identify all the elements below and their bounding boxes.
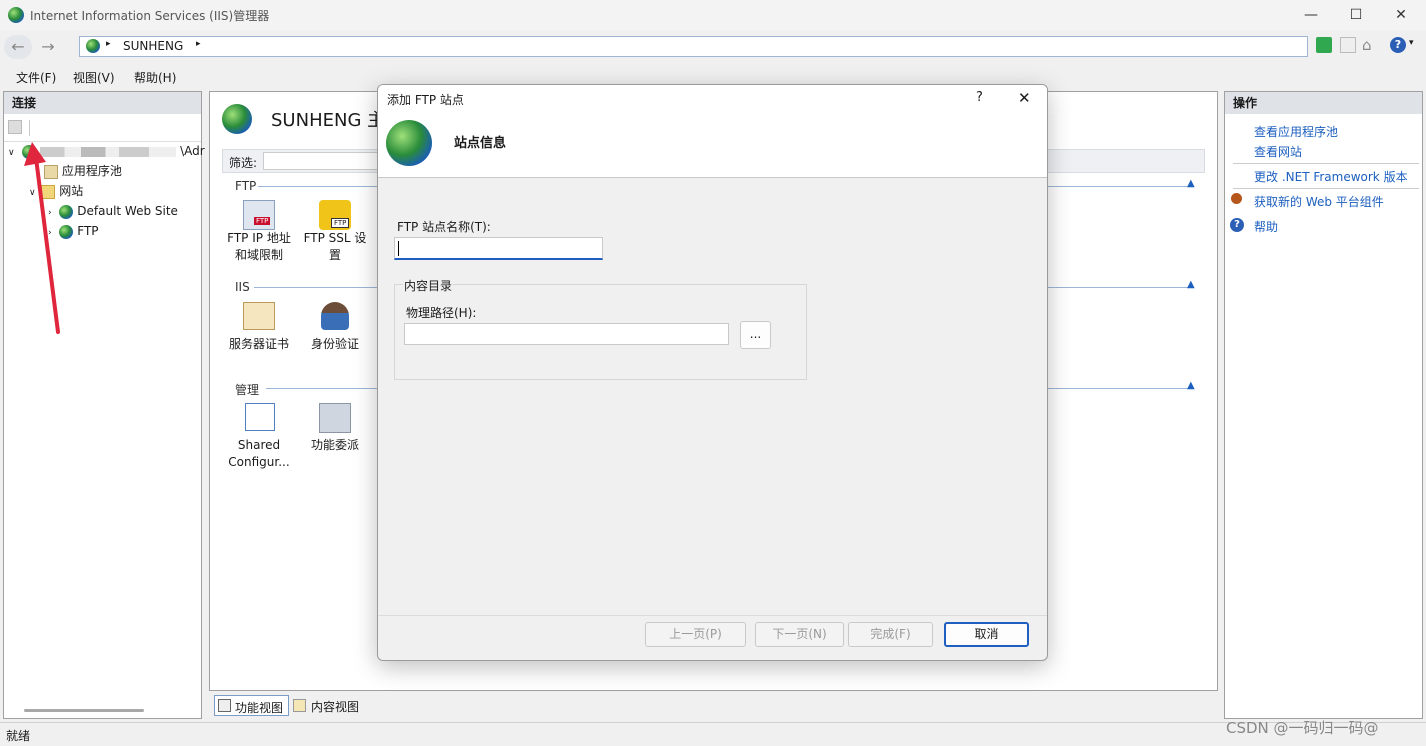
chevron-down-icon[interactable]: ∨ (8, 148, 15, 158)
link-view-app-pools[interactable]: 查看应用程序池 (1254, 123, 1338, 140)
dialog-header: 站点信息 (378, 113, 1047, 178)
tab-label: 功能视图 (235, 701, 284, 715)
stop-icon[interactable] (1340, 37, 1356, 53)
section-ftp: FTP (235, 179, 257, 193)
dialog-title-bar: 添加 FTP 站点 ? ✕ (378, 85, 1047, 113)
feature-label: FTP SSL 设置 (303, 231, 367, 262)
add-ftp-site-dialog: 添加 FTP 站点 ? ✕ 站点信息 FTP 站点名称(T): 内容目录 物理路… (377, 84, 1048, 661)
feature-ftp-ip[interactable]: FTP FTP IP 地址和域限制 (223, 200, 295, 264)
status-bar: 就绪 CSDN @一码归一码@ (0, 719, 1426, 746)
physical-path-label: 物理路径(H): (406, 306, 477, 320)
breadcrumb-server[interactable]: SUNHENG (123, 39, 183, 53)
server-label: \Adr (180, 144, 205, 158)
link-help[interactable]: 帮助 (1254, 218, 1278, 235)
content-directory-label: 内容目录 (403, 277, 454, 294)
tab-label: 内容视图 (311, 700, 360, 714)
user-lock-icon (321, 302, 349, 330)
link-change-net-version[interactable]: 更改 .NET Framework 版本 (1254, 168, 1408, 185)
back-arrow-icon[interactable]: ← (4, 35, 32, 59)
tree-item-label: FTP (77, 224, 99, 238)
toolbar-divider (29, 120, 30, 136)
globe-icon (386, 120, 432, 166)
address-bar[interactable]: ▸ SUNHENG ▸ (79, 36, 1308, 57)
feature-server-certificates[interactable]: 服务器证书 (223, 302, 295, 353)
tree-item-label: 应用程序池 (61, 164, 122, 178)
close-window-button[interactable]: ✕ (1378, 0, 1424, 31)
feature-label: 功能委派 (310, 438, 359, 452)
text-cursor (398, 241, 399, 256)
site-name-label: FTP 站点名称(T): (397, 220, 491, 234)
dialog-title: 添加 FTP 站点 (387, 93, 464, 107)
site-name-input[interactable] (394, 237, 603, 260)
dialog-heading: 站点信息 (454, 136, 507, 151)
section-iis: IIS (235, 280, 250, 294)
certificate-icon (243, 302, 275, 330)
minimize-button[interactable]: — (1288, 0, 1334, 31)
watermark: CSDN @一码归一码@ (1226, 719, 1379, 737)
feature-ftp-ssl[interactable]: FTP FTP SSL 设置 (299, 200, 371, 264)
page-title: SUNHENG 主 (271, 110, 386, 131)
collapse-icon[interactable]: ▲ (1187, 178, 1195, 189)
ftp-ip-icon: FTP (243, 200, 275, 230)
link-view-sites[interactable]: 查看网站 (1254, 143, 1302, 160)
prev-button[interactable]: 上一页(P) (645, 622, 746, 647)
feature-delegation[interactable]: 功能委派 (299, 403, 371, 454)
server-icon (86, 39, 100, 53)
horizontal-scrollbar[interactable] (24, 709, 144, 712)
menu-help[interactable]: 帮助(H) (134, 69, 176, 86)
divider (1233, 188, 1419, 189)
tab-feature-view[interactable]: 功能视图 (214, 695, 289, 716)
divider (1233, 163, 1419, 164)
forward-arrow-icon[interactable]: → (34, 35, 62, 59)
menu-view[interactable]: 视图(V) (73, 69, 115, 86)
filter-label: 筛选: (229, 156, 258, 170)
link-get-web-platform[interactable]: 获取新的 Web 平台组件 (1254, 193, 1384, 210)
server-large-icon (222, 104, 252, 134)
delegation-icon (319, 403, 351, 433)
dialog-close-button[interactable]: ✕ (1018, 89, 1031, 107)
feature-label: 身份验证 (310, 337, 359, 351)
feature-label: FTP IP 地址和域限制 (227, 231, 291, 262)
help-dropdown-icon[interactable]: ▾ (1409, 38, 1414, 48)
help-icon[interactable]: ? (1390, 37, 1406, 53)
feature-shared-config[interactable]: Shared Configur... (223, 403, 295, 471)
breadcrumb-separator-icon: ▸ (106, 39, 111, 49)
feature-view-icon (218, 699, 231, 712)
footer-divider (378, 615, 1047, 616)
browse-button[interactable]: ... (740, 321, 771, 349)
section-management: 管理 (235, 383, 260, 397)
dialog-help-button[interactable]: ? (976, 90, 983, 105)
actions-panel: 操作 查看应用程序池 查看网站 更改 .NET Framework 版本 获取新… (1224, 91, 1423, 719)
feature-label: Shared Configur... (228, 438, 290, 469)
shared-config-icon (245, 403, 275, 431)
window-title: Internet Information Services (IIS)管理器 (30, 9, 270, 23)
help-icon: ? (1230, 218, 1244, 232)
breadcrumb-dropdown-icon[interactable]: ▸ (196, 39, 201, 49)
filter-input[interactable] (263, 152, 385, 170)
title-bar: Internet Information Services (IIS)管理器 —… (0, 0, 1426, 31)
collapse-icon[interactable]: ▲ (1187, 380, 1195, 391)
tab-content-view[interactable]: 内容视图 (292, 695, 367, 716)
red-arrow-annotation (24, 142, 60, 334)
refresh-icon[interactable] (1316, 37, 1332, 53)
iis-app-icon (8, 7, 24, 23)
menu-file[interactable]: 文件(F) (16, 69, 56, 86)
collapse-icon[interactable]: ▲ (1187, 279, 1195, 290)
content-view-icon (293, 699, 306, 712)
tree-item-label: Default Web Site (77, 204, 178, 218)
connections-header: 连接 (4, 92, 201, 114)
status-text: 就绪 (6, 729, 31, 743)
create-connection-icon[interactable] (8, 120, 22, 134)
feature-label: 服务器证书 (228, 337, 289, 351)
home-icon[interactable]: ⌂ (1362, 36, 1372, 54)
cancel-button[interactable]: 取消 (944, 622, 1029, 647)
actions-header: 操作 (1225, 92, 1422, 114)
finish-button[interactable]: 完成(F) (848, 622, 933, 647)
next-button[interactable]: 下一页(N) (755, 622, 844, 647)
lock-icon: FTP (319, 200, 351, 230)
physical-path-input[interactable] (404, 323, 729, 345)
maximize-button[interactable]: ☐ (1333, 0, 1379, 31)
feature-authentication[interactable]: 身份验证 (299, 302, 371, 353)
web-platform-icon (1231, 193, 1242, 204)
